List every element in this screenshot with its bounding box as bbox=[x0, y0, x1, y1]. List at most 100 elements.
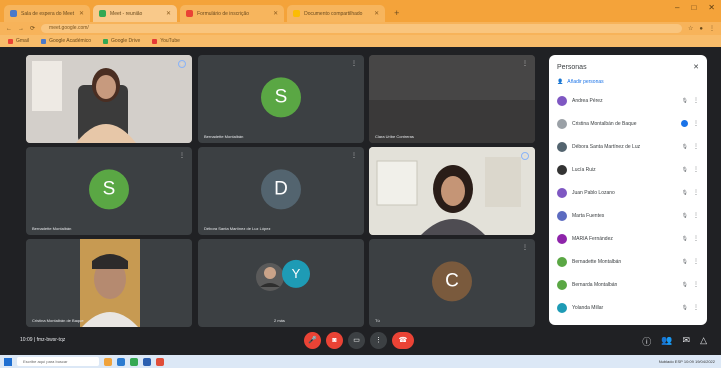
mic-off-icon: 🎙 bbox=[681, 166, 688, 173]
gmail-icon bbox=[8, 38, 13, 44]
close-icon[interactable]: ✕ bbox=[693, 63, 699, 71]
participant-row[interactable]: Juan Pablo Lozano 🎙 ⋮ bbox=[557, 181, 699, 204]
close-tab-icon[interactable]: ✕ bbox=[79, 10, 84, 17]
back-icon[interactable]: ← bbox=[6, 26, 12, 32]
browser-tab[interactable]: Documento compartilhado ✕ bbox=[287, 5, 386, 22]
participant-tile[interactable]: S ⋮ Bernadette Montalbán bbox=[26, 147, 192, 235]
chat-icon[interactable]: ✉ bbox=[683, 335, 691, 348]
more-options-icon[interactable]: ⋮ bbox=[693, 189, 699, 196]
maximize-icon[interactable]: □ bbox=[691, 3, 696, 12]
powerpoint-icon[interactable] bbox=[156, 357, 164, 366]
participant-avatar bbox=[557, 256, 567, 267]
more-options-icon[interactable]: ⋮ bbox=[693, 304, 699, 311]
tile-options-icon[interactable]: ⋮ bbox=[350, 152, 358, 160]
participant-tile[interactable]: Cristina Montalbán de Baque bbox=[26, 239, 192, 327]
participant-row-name: Marta Fuentes bbox=[572, 212, 605, 219]
tile-options-icon[interactable]: ⋮ bbox=[521, 60, 529, 68]
more-options-icon[interactable]: ⋮ bbox=[693, 97, 699, 104]
participant-avatar bbox=[557, 141, 567, 152]
participant-tile[interactable]: S ⋮ Bernadette Montalbán bbox=[198, 55, 364, 143]
word-icon[interactable] bbox=[143, 357, 151, 366]
participant-row[interactable]: Andrea Pérez 🎙 ⋮ bbox=[557, 89, 699, 112]
tab-title: Formulário de inscrição bbox=[197, 10, 250, 17]
url-field[interactable]: meet.google.com/ bbox=[41, 24, 682, 33]
participant-row[interactable]: Bernadette Montalbán 🎙 ⋮ bbox=[557, 250, 699, 273]
close-window-icon[interactable]: ✕ bbox=[708, 3, 715, 12]
minimize-icon[interactable]: – bbox=[675, 3, 679, 12]
pin-icon[interactable]: ⌖ bbox=[178, 60, 186, 68]
more-options-icon[interactable]: ⋮ bbox=[693, 258, 699, 265]
camera-toggle-button[interactable]: ◙ bbox=[326, 332, 343, 349]
close-tab-icon[interactable]: ✕ bbox=[166, 10, 171, 17]
more-options-button[interactable]: ⋮ bbox=[370, 332, 387, 349]
bookmark-label: YouTube bbox=[160, 38, 180, 44]
leave-call-button[interactable]: ☎ bbox=[392, 332, 414, 349]
participant-group-tile[interactable]: Y 2 más bbox=[198, 239, 364, 327]
people-icon[interactable]: 👥 bbox=[661, 335, 672, 348]
info-icon[interactable]: ⓘ bbox=[642, 335, 651, 348]
more-options-icon[interactable]: ⋮ bbox=[693, 143, 699, 150]
profile-icon[interactable]: ● bbox=[699, 26, 703, 32]
meet-control-bar: 10:09 | fmz-bwsr-tqz 🎤 ◙ ▭ ⋮ ☎ ⓘ 👥 ✉ △ bbox=[0, 329, 721, 353]
tile-options-icon[interactable]: ⋮ bbox=[178, 152, 186, 160]
windows-start-icon[interactable] bbox=[4, 357, 12, 366]
tile-options-icon[interactable]: ⋮ bbox=[521, 244, 529, 252]
bookmark[interactable]: Google Drive bbox=[103, 38, 140, 44]
bookmark[interactable]: YouTube bbox=[152, 38, 180, 44]
participant-tile[interactable]: D ⋮ Débora Santa Martínez de Luz López bbox=[198, 147, 364, 235]
participant-row[interactable]: Marta Fuentes 🎙 ⋮ bbox=[557, 204, 699, 227]
tab-favicon-icon bbox=[293, 10, 301, 17]
tab-title: Meet - reunião bbox=[110, 10, 143, 17]
browser-tab[interactable]: Sala de espera do Meet ✕ bbox=[4, 5, 91, 22]
bookmark[interactable]: Google Académico bbox=[41, 38, 91, 44]
add-people-button[interactable]: 👤 Añadir personas bbox=[557, 79, 699, 85]
more-options-icon[interactable]: ⋮ bbox=[693, 120, 699, 127]
participant-row[interactable]: Lucía Ruiz 🎙 ⋮ bbox=[557, 158, 699, 181]
new-tab-icon[interactable]: + bbox=[388, 5, 405, 22]
chrome-icon[interactable] bbox=[130, 357, 138, 366]
browser-tab[interactable]: Formulário de inscrição ✕ bbox=[180, 5, 285, 22]
close-tab-icon[interactable]: ✕ bbox=[273, 10, 278, 17]
tile-options-icon[interactable]: ⋮ bbox=[350, 60, 358, 68]
participant-tile[interactable]: ⋮ Clara Uribe Contreras bbox=[369, 55, 535, 143]
participant-row[interactable]: Débora Santa Martínez de Luz 🎙 ⋮ bbox=[557, 135, 699, 158]
participant-row[interactable]: Cristina Montalbán de Baque ⋮ bbox=[557, 112, 699, 135]
more-options-icon[interactable]: ⋮ bbox=[693, 281, 699, 288]
participant-video bbox=[369, 55, 535, 143]
participant-video bbox=[369, 147, 535, 235]
more-options-icon[interactable]: ⋮ bbox=[693, 166, 699, 173]
reload-icon[interactable]: ⟳ bbox=[30, 25, 35, 32]
participant-row-name: Bernadette Montalbán bbox=[572, 258, 622, 265]
participant-tile[interactable]: ⌖ bbox=[369, 147, 535, 235]
participant-row-name: Lucía Ruiz bbox=[572, 166, 596, 173]
file-explorer-icon[interactable] bbox=[104, 357, 112, 366]
close-tab-icon[interactable]: ✕ bbox=[374, 10, 379, 17]
people-panel: Personas ✕ 👤 Añadir personas Andrea Pére… bbox=[549, 55, 707, 325]
mic-toggle-button[interactable]: 🎤 bbox=[304, 332, 321, 349]
activities-icon[interactable]: △ bbox=[700, 335, 707, 348]
extension-icon[interactable]: ☆ bbox=[688, 25, 693, 32]
participant-tile[interactable]: ⌖ bbox=[26, 55, 192, 143]
more-options-icon[interactable]: ⋮ bbox=[693, 212, 699, 219]
more-options-icon[interactable]: ⋮ bbox=[693, 235, 699, 242]
pin-icon[interactable]: ⌖ bbox=[521, 152, 529, 160]
participant-tile-self[interactable]: C ⋮ Tú bbox=[369, 239, 535, 327]
participant-avatar bbox=[557, 279, 567, 290]
taskbar-search-input[interactable]: Escribe aquí para buscar bbox=[17, 357, 99, 366]
bookmarks-bar: Gmail Google Académico Google Drive YouT… bbox=[0, 35, 721, 47]
browser-tab-active[interactable]: Meet - reunião ✕ bbox=[93, 5, 178, 22]
captions-button[interactable]: ▭ bbox=[348, 332, 365, 349]
browser-menu-icon[interactable]: ⋮ bbox=[709, 25, 715, 32]
edge-icon[interactable] bbox=[117, 357, 125, 366]
participant-row[interactable]: MARÍA Fernández 🎙 ⋮ bbox=[557, 227, 699, 250]
participant-avatar bbox=[557, 187, 567, 198]
participant-row[interactable]: Yolanda Millar 🎙 ⋮ bbox=[557, 296, 699, 319]
bookmark[interactable]: Gmail bbox=[8, 38, 29, 44]
participant-row[interactable]: Bernarda Montalbán 🎙 ⋮ bbox=[557, 273, 699, 296]
call-controls: 🎤 ◙ ▭ ⋮ ☎ bbox=[304, 332, 414, 349]
side-controls: ⓘ 👥 ✉ △ bbox=[642, 335, 707, 348]
forward-icon[interactable]: → bbox=[18, 26, 24, 32]
drive-icon bbox=[103, 38, 109, 44]
participant-row-name: MARÍA Fernández bbox=[572, 235, 613, 242]
mic-off-icon: 🎙 bbox=[681, 235, 688, 242]
